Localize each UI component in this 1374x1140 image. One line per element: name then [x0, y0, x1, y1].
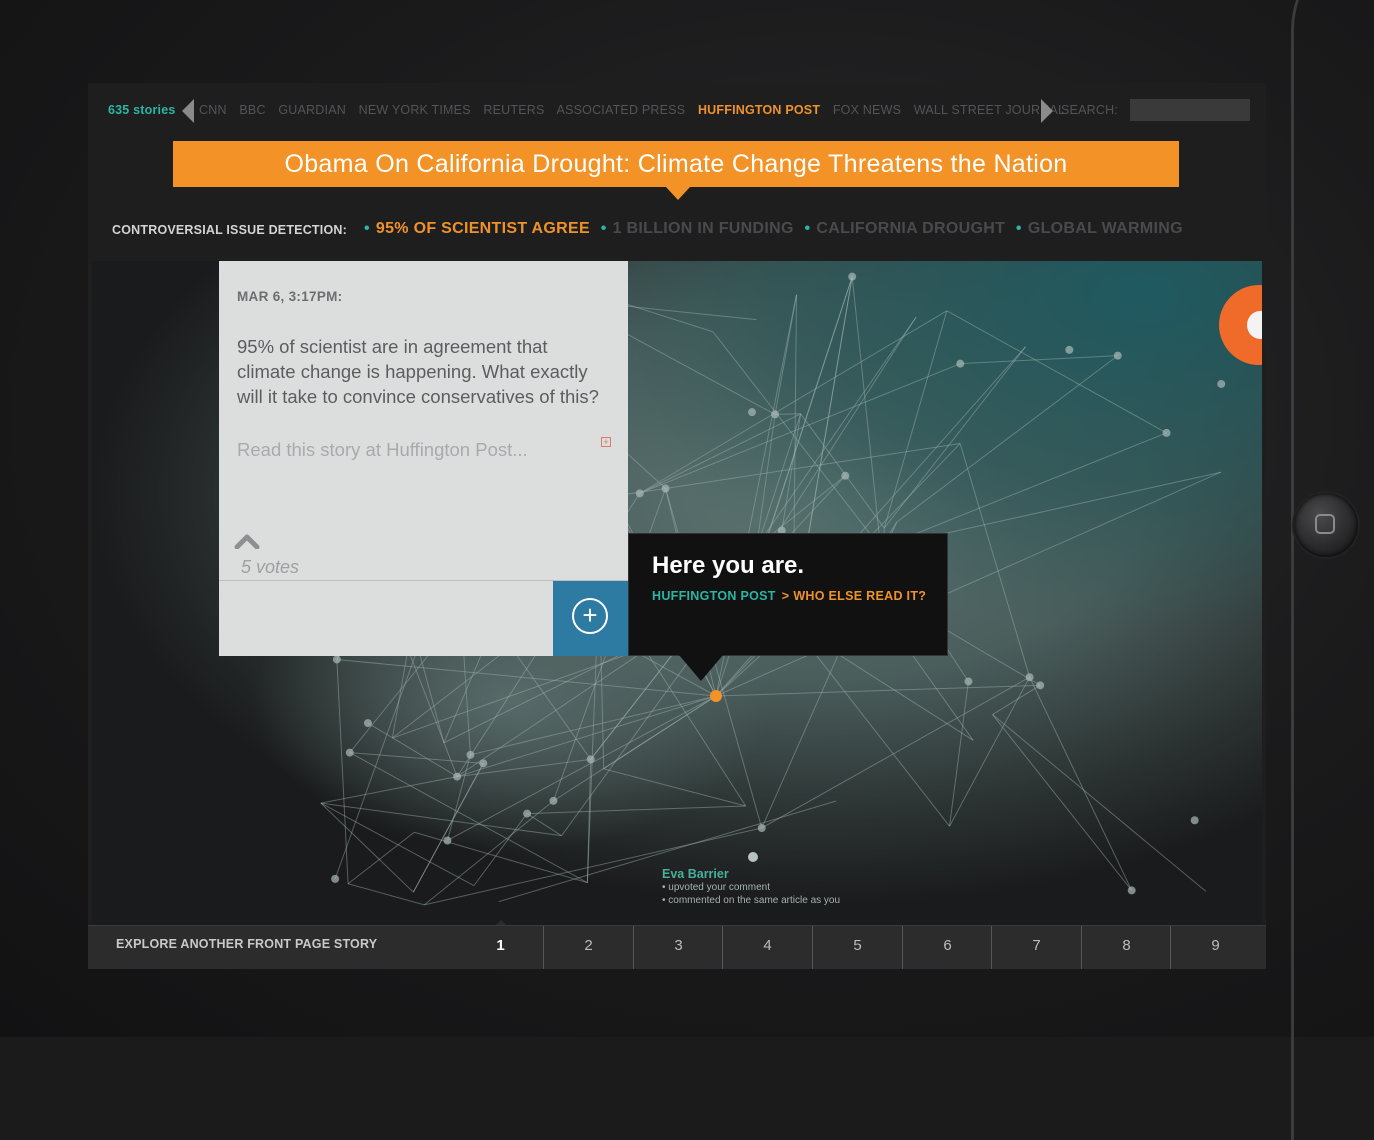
tooltip-source-link[interactable]: HUFFINGTON POST	[652, 589, 776, 603]
you-are-here-node[interactable]	[710, 690, 722, 702]
tooltip-title: Here you are.	[652, 552, 805, 579]
source-guardian[interactable]: GUARDIAN	[278, 103, 346, 117]
page-4-button[interactable]: 4	[722, 926, 812, 969]
upvote-chevron-icon[interactable]	[234, 533, 260, 549]
issue-item[interactable]: 95% OF SCIENTIST AGREE	[376, 220, 590, 237]
issue-item[interactable]: CALIFORNIA DROUGHT	[816, 220, 1005, 237]
ring-hole	[1247, 311, 1262, 339]
bullet-icon: •	[600, 220, 607, 237]
tablet-edge	[1291, 0, 1374, 1140]
page-2-button[interactable]: 2	[543, 926, 633, 969]
read-story-link[interactable]: Read this story at Huffington Post...	[237, 439, 528, 461]
search-input[interactable]	[1130, 99, 1250, 121]
tooltip-pointer	[679, 655, 723, 681]
page-9-button[interactable]: 9	[1170, 926, 1260, 969]
page-3-button[interactable]: 3	[633, 926, 723, 969]
bullet-icon: •	[804, 220, 811, 237]
page-6-button[interactable]: 6	[902, 926, 992, 969]
here-you-are-tooltip: Here you are. HUFFINGTON POST > WHO ELSE R…	[628, 533, 948, 656]
source-new-york-times[interactable]: NEW YORK TIMES	[359, 103, 471, 117]
bullet-icon: •	[364, 220, 370, 237]
source-cnn[interactable]: CNN	[199, 103, 227, 117]
app-screen: 635 stories CNN BBC GUARDIAN NEW YORK TI…	[88, 83, 1266, 969]
next-sources-arrow-icon[interactable]	[1041, 99, 1053, 123]
front-page-story-bar: EXPLORE ANOTHER FRONT PAGE STORY 1 2 3 4…	[88, 925, 1266, 969]
user-activity-line: • upvoted your comment	[662, 882, 770, 893]
issue-item[interactable]: 1 BILLION IN FUNDING	[613, 220, 794, 237]
source-bbc[interactable]: BBC	[239, 103, 265, 117]
breadcrumb-separator: >	[781, 589, 790, 603]
issue-item[interactable]: GLOBAL WARMING	[1028, 220, 1183, 237]
issue-detection-label: CONTROVERSIAL ISSUE DETECTION:	[112, 223, 347, 237]
headline-banner[interactable]: Obama On California Drought: Climate Cha…	[173, 141, 1179, 187]
prev-sources-arrow-icon[interactable]	[182, 99, 194, 123]
comment-date: MAR 6, 3:17PM:	[237, 289, 343, 304]
tooltip-breadcrumb: HUFFINGTON POST > WHO ELSE READ IT?	[652, 589, 926, 603]
comment-body: 95% of scientist are in agreement that c…	[237, 336, 599, 407]
plus-icon: +	[572, 598, 608, 634]
headline-pointer	[666, 187, 690, 200]
source-reuters[interactable]: REUTERS	[483, 103, 544, 117]
source-fox-news[interactable]: FOX NEWS	[833, 103, 901, 117]
expand-icon[interactable]: +	[601, 437, 611, 447]
source-associated-press[interactable]: ASSOCIATED PRESS	[557, 103, 686, 117]
issue-detection: CONTROVERSIAL ISSUE DETECTION: • 95% OF S…	[112, 220, 1183, 243]
user-activity-line: • commented on the same article as you	[662, 895, 841, 906]
user-activity-label: Eva Barrier • upvoted your comment • com…	[662, 867, 840, 907]
vote-count: 5 votes	[241, 557, 300, 577]
source-huffington-post[interactable]: HUFFINGTON POST	[698, 103, 820, 117]
issue-list: • 95% OF SCIENTIST AGREE • 1 BILLION IN FU…	[364, 220, 1189, 238]
bullet-icon: •	[1015, 220, 1022, 237]
explore-label: EXPLORE ANOTHER FRONT PAGE STORY	[116, 937, 378, 951]
page-5-button[interactable]: 5	[812, 926, 902, 969]
user-node[interactable]	[748, 852, 758, 862]
comment-card: MAR 6, 3:17PM: 95% of scientist are in a…	[219, 261, 628, 656]
add-comment-button[interactable]: +	[553, 581, 628, 656]
home-button[interactable]	[1294, 493, 1358, 557]
page-1-button[interactable]: 1	[456, 926, 545, 969]
source-list: CNN BBC GUARDIAN NEW YORK TIMES REUTERS …	[199, 103, 1074, 117]
page-8-button[interactable]: 8	[1081, 926, 1171, 969]
home-square-icon	[1315, 514, 1335, 534]
page-7-button[interactable]: 7	[991, 926, 1081, 969]
story-count: 635 stories	[108, 103, 176, 117]
who-else-read-link[interactable]: WHO ELSE READ IT?	[793, 589, 926, 603]
user-name[interactable]: Eva Barrier	[662, 867, 840, 881]
source-nav: 635 stories CNN BBC GUARDIAN NEW YORK TI…	[88, 97, 1266, 123]
search-label: SEARCH:	[1061, 103, 1118, 117]
